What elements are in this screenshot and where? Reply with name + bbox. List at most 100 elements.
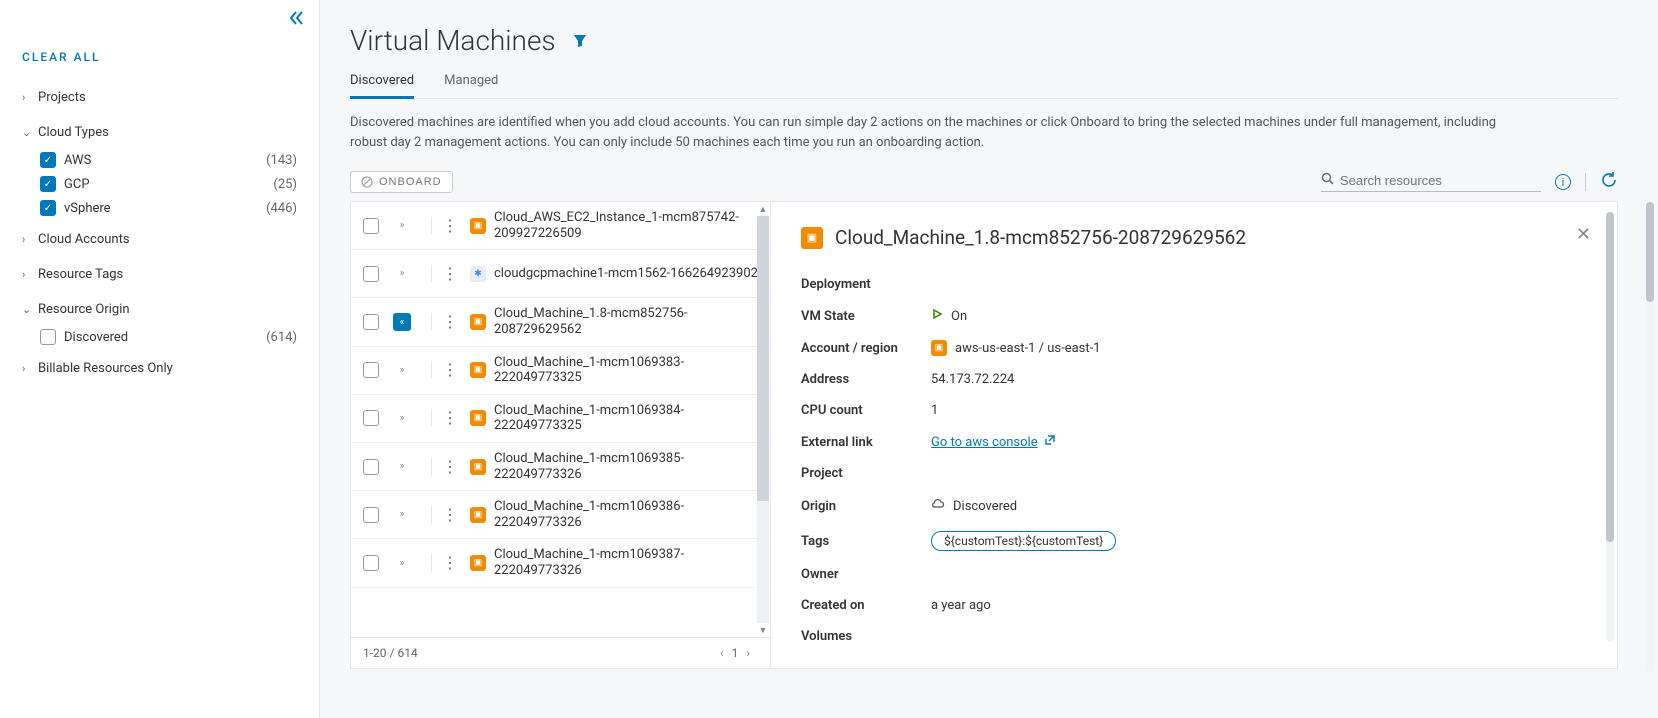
table-row[interactable]: »⋮✱cloudgcpmachine1-mcm1562-166264923902 <box>351 250 770 298</box>
info-icon[interactable]: i <box>1555 174 1571 190</box>
filter-group-header[interactable]: ›Cloud Accounts <box>22 224 297 255</box>
table-row[interactable]: »⋮▣Cloud_Machine_1-mcm1069387-2220497733… <box>351 539 770 587</box>
row-name: Cloud_Machine_1-mcm1069386-222049773326 <box>494 499 760 530</box>
filter-group-header[interactable]: ›Projects <box>22 82 297 113</box>
filter-group-header[interactable]: ⌄Resource Origin <box>22 294 297 325</box>
detail-prop-text: aws-us-east-1 / us-east-1 <box>955 341 1101 356</box>
filter-icon[interactable] <box>573 33 587 52</box>
kebab-menu-icon[interactable]: ⋮ <box>442 558 458 568</box>
refresh-icon[interactable] <box>1600 171 1618 193</box>
kebab-menu-icon[interactable]: ⋮ <box>442 365 458 375</box>
row-name: Cloud_AWS_EC2_Instance_1-mcm875742-20992… <box>494 210 760 241</box>
detail-property: Owner <box>801 559 1587 590</box>
filter-group-body: Discovered(614) <box>22 325 297 349</box>
table-footer: 1-20 / 614 ‹ 1 › <box>351 637 770 668</box>
toolbar-divider <box>1585 173 1586 191</box>
onboard-button[interactable]: ONBOARD <box>350 171 453 193</box>
row-expand-wrap: » <box>393 554 432 572</box>
detail-prop-label: Origin <box>801 499 931 514</box>
toolbar: ONBOARD i <box>350 171 1618 193</box>
table-row[interactable]: »⋮▣Cloud_Machine_1-mcm1069383-2220497733… <box>351 347 770 395</box>
kebab-menu-icon[interactable]: ⋮ <box>442 317 458 327</box>
row-checkbox[interactable] <box>363 410 379 426</box>
filter-option[interactable]: ✓GCP(25) <box>40 172 297 196</box>
row-checkbox[interactable] <box>363 362 379 378</box>
pager-prev[interactable]: ‹ <box>712 646 732 660</box>
row-checkbox[interactable] <box>363 459 379 475</box>
row-checkbox[interactable] <box>363 314 379 330</box>
table-row[interactable]: »⋮▣Cloud_Machine_1-mcm1069385-2220497733… <box>351 443 770 491</box>
aws-vm-icon: ▣ <box>470 218 486 234</box>
chevron-left-double-icon[interactable]: « <box>393 313 411 331</box>
detail-prop-value: ${customTest}:${customTest} <box>931 531 1116 551</box>
pager-next[interactable]: › <box>738 646 758 660</box>
kebab-menu-icon[interactable]: ⋮ <box>442 269 458 279</box>
table-row[interactable]: »⋮▣Cloud_Machine_1-mcm1069386-2220497733… <box>351 491 770 539</box>
detail-prop-value: ▣ aws-us-east-1 / us-east-1 <box>931 340 1101 356</box>
description-text: Discovered machines are identified when … <box>350 113 1530 153</box>
chevron-right-double-icon[interactable]: » <box>393 265 411 283</box>
kebab-menu-icon[interactable]: ⋮ <box>442 413 458 423</box>
kebab-menu-icon[interactable]: ⋮ <box>442 221 458 231</box>
filter-option-count: (614) <box>266 330 297 345</box>
filter-option[interactable]: Discovered(614) <box>40 325 297 349</box>
kebab-menu-icon[interactable]: ⋮ <box>442 462 458 472</box>
row-checkbox[interactable] <box>363 555 379 571</box>
filter-group-title: Projects <box>38 90 297 105</box>
chevron-right-double-icon[interactable]: » <box>393 361 411 379</box>
detail-prop-label: Volumes <box>801 629 931 644</box>
detail-prop-label: Tags <box>801 534 931 549</box>
detail-property: Address54.173.72.224 <box>801 364 1587 395</box>
filter-group-header[interactable]: ›Billable Resources Only <box>22 353 297 384</box>
detail-prop-label: Owner <box>801 567 931 582</box>
search-input[interactable] <box>1340 173 1541 188</box>
tag-chip[interactable]: ${customTest}:${customTest} <box>931 531 1116 551</box>
filter-option[interactable]: ✓vSphere(446) <box>40 196 297 220</box>
row-expand-wrap: » <box>393 409 432 427</box>
aws-vm-icon: ▣ <box>470 314 486 330</box>
vm-type-icon: ▣ <box>801 227 823 249</box>
checkbox[interactable]: ✓ <box>40 152 56 168</box>
row-name: Cloud_Machine_1-mcm1069387-222049773326 <box>494 547 760 578</box>
filter-group-header[interactable]: ›Resource Tags <box>22 259 297 290</box>
chevron-right-double-icon[interactable]: » <box>393 409 411 427</box>
filter-group: ⌄Cloud Types✓AWS(143)✓GCP(25)✓vSphere(44… <box>22 117 297 220</box>
external-link[interactable]: Go to aws console <box>931 434 1056 450</box>
row-expand-wrap: » <box>393 506 432 524</box>
filter-option[interactable]: ✓AWS(143) <box>40 148 297 172</box>
tab-managed[interactable]: Managed <box>444 65 498 98</box>
detail-prop-value: 1 <box>931 403 938 418</box>
detail-prop-label: Project <box>801 466 931 481</box>
chevron-right-double-icon[interactable]: » <box>393 458 411 476</box>
detail-prop-value[interactable]: Go to aws console <box>931 434 1056 450</box>
chevron-right-double-icon[interactable]: » <box>393 217 411 235</box>
tab-discovered[interactable]: Discovered <box>350 65 414 99</box>
account-icon: ▣ <box>931 340 947 356</box>
table-scrollbar[interactable]: ▲ ▼ <box>757 202 769 637</box>
detail-scrollbar[interactable] <box>1606 212 1614 642</box>
page-header: Virtual Machines <box>350 24 1618 57</box>
search-input-wrap[interactable] <box>1321 172 1541 192</box>
clear-all-button[interactable]: CLEAR ALL <box>22 50 297 64</box>
checkbox[interactable] <box>40 329 56 345</box>
detail-prop-value: 54.173.72.224 <box>931 372 1014 387</box>
row-name: cloudgcpmachine1-mcm1562-166264923902 <box>494 266 758 282</box>
row-checkbox[interactable] <box>363 266 379 282</box>
kebab-menu-icon[interactable]: ⋮ <box>442 510 458 520</box>
sidebar-collapse-icon[interactable] <box>289 10 305 30</box>
close-icon[interactable]: ✕ <box>1576 224 1591 245</box>
pager-page: 1 <box>732 646 739 660</box>
chevron-right-double-icon[interactable]: » <box>393 554 411 572</box>
filter-option-count: (25) <box>273 177 297 192</box>
row-checkbox[interactable] <box>363 507 379 523</box>
filter-group-header[interactable]: ⌄Cloud Types <box>22 117 297 148</box>
table-row[interactable]: » ⋮ ▣ Cloud_AWS_EC2_Instance_1-mcm875742-20… <box>351 202 770 250</box>
row-checkbox[interactable] <box>363 218 379 234</box>
checkbox[interactable]: ✓ <box>40 176 56 192</box>
checkbox[interactable]: ✓ <box>40 200 56 216</box>
table-row[interactable]: «⋮▣Cloud_Machine_1.8-mcm852756-208729629… <box>351 298 770 346</box>
table-row[interactable]: »⋮▣Cloud_Machine_1-mcm1069384-2220497733… <box>351 395 770 443</box>
chevron-right-double-icon[interactable]: » <box>393 506 411 524</box>
aws-vm-icon: ▣ <box>470 459 486 475</box>
main-scrollbar[interactable] <box>1646 202 1654 672</box>
